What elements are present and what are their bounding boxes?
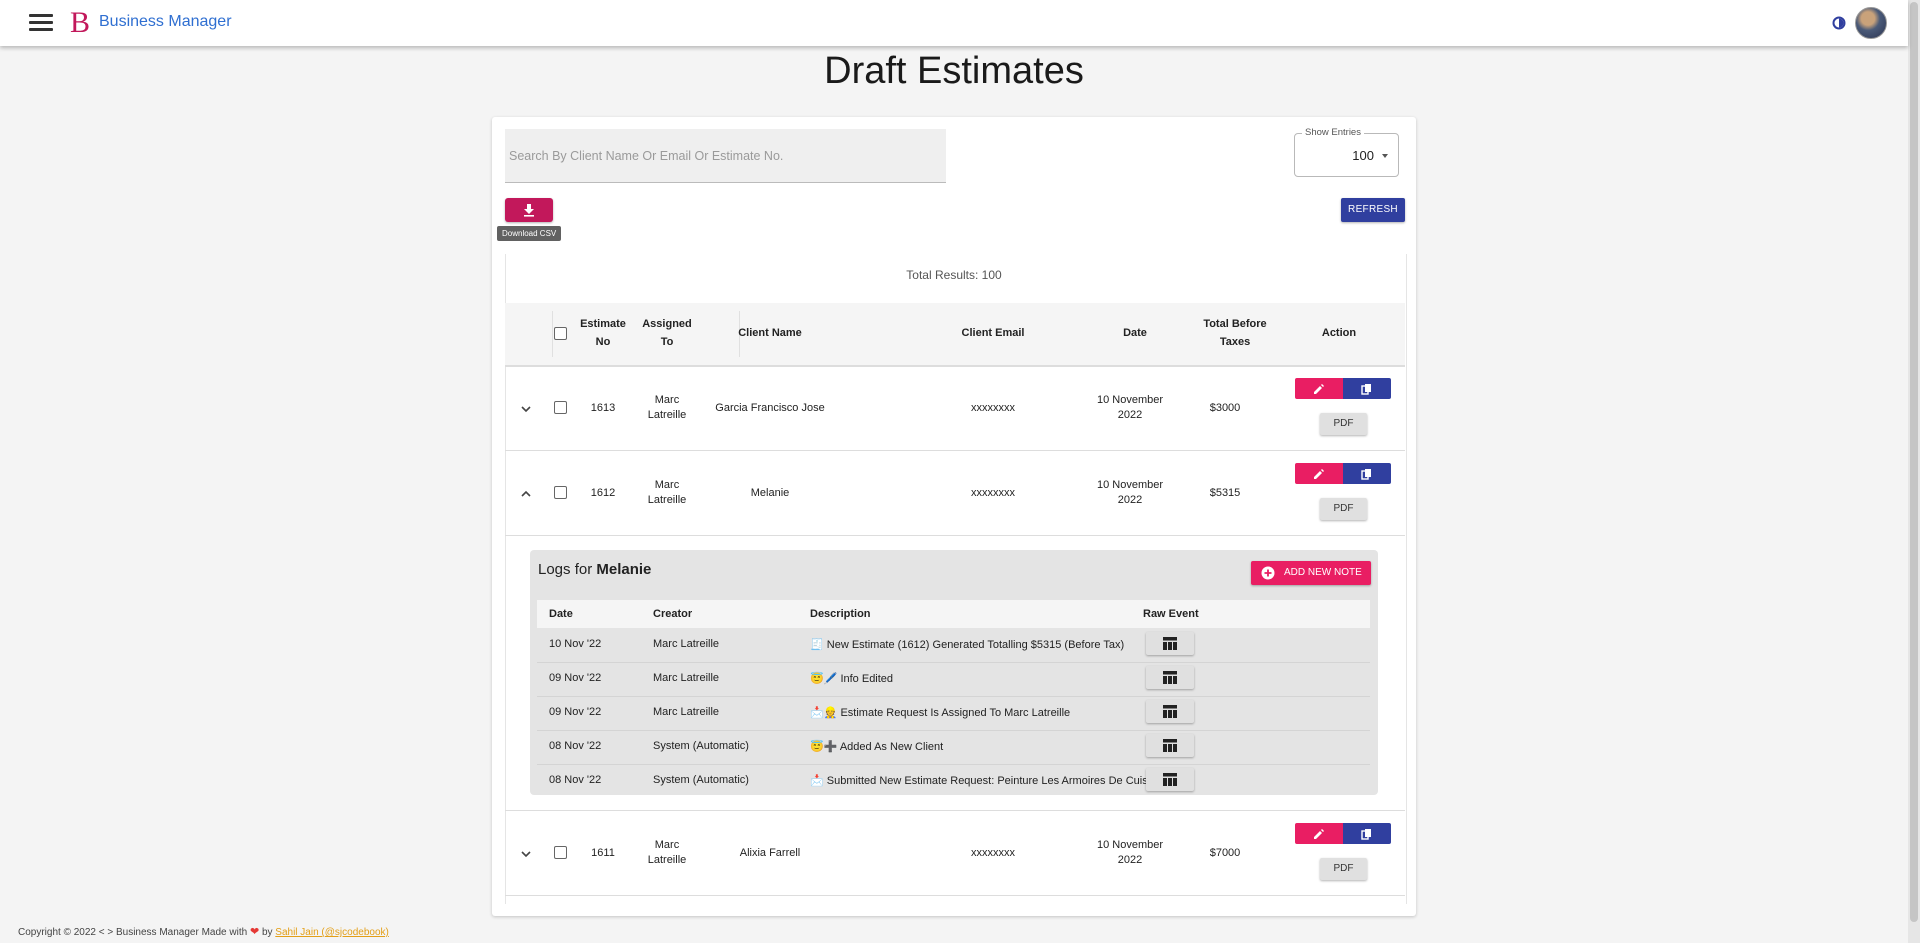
row-checkbox[interactable]	[554, 486, 567, 499]
pdf-button[interactable]: PDF	[1320, 498, 1367, 520]
table-row: 1613 Marc Latreille Garcia Francisco Jose…	[505, 366, 1405, 451]
copy-button[interactable]	[1343, 463, 1391, 484]
header-estimate-no[interactable]: Estimate No	[577, 315, 629, 351]
estimate-total: $3000	[1209, 402, 1241, 414]
copy-button[interactable]	[1343, 823, 1391, 844]
table-header: Estimate No Assigned To Client Name Client…	[505, 303, 1405, 367]
footer-by: by	[261, 927, 273, 938]
assigned-to: Marc Latreille	[647, 839, 687, 866]
edit-icon	[1314, 469, 1324, 479]
page-title: Draft Estimates	[824, 50, 1084, 92]
chevron-down-icon[interactable]	[519, 402, 533, 416]
assigned-to: Marc Latreille	[647, 479, 687, 506]
search-field[interactable]	[505, 129, 946, 183]
header-assigned-to[interactable]: Assigned To	[639, 315, 695, 351]
scrollbar-thumb[interactable]	[1910, 2, 1918, 922]
download-tooltip: Download CSV	[497, 226, 562, 241]
chevron-down-icon	[1382, 154, 1388, 158]
client-name: Melanie	[750, 487, 790, 499]
show-entries-value: 100	[1352, 148, 1374, 163]
search-input[interactable]	[505, 129, 929, 182]
table-row: 1612 Marc Latreille Melanie xxxxxxxx 10 N…	[505, 451, 1405, 536]
copy-icon	[1361, 829, 1371, 840]
total-results: Total Results: 100	[906, 268, 1002, 282]
brand-name[interactable]: Business Manager	[99, 13, 232, 31]
copy-icon	[1361, 384, 1371, 395]
estimate-total: $5315	[1209, 487, 1241, 499]
footer: Copyright © 2022 < > Business Manager Ma…	[18, 925, 389, 938]
header-client-name[interactable]: Client Name	[705, 324, 835, 342]
edit-icon	[1314, 384, 1324, 394]
header-action: Action	[1321, 327, 1357, 339]
edit-button[interactable]	[1295, 823, 1343, 844]
app-bar: B Business Manager	[0, 0, 1908, 46]
page-scrollbar[interactable]	[1908, 0, 1920, 943]
estimate-date: 10 November 2022	[1096, 839, 1164, 866]
heart-icon: ❤	[249, 926, 260, 938]
download-csv-button[interactable]	[505, 198, 553, 222]
brand-logo[interactable]: B	[70, 8, 90, 38]
client-email: xxxxxxxx	[971, 847, 1015, 859]
refresh-button[interactable]: REFRESH	[1341, 198, 1405, 222]
footer-text: Copyright © 2022 < > Business Manager Ma…	[18, 927, 248, 938]
select-all-checkbox[interactable]	[554, 327, 567, 340]
menu-icon[interactable]	[29, 14, 53, 32]
estimate-no: 1611	[591, 847, 615, 859]
author-link[interactable]: Sahil Jain (@sjcodebook)	[275, 927, 389, 938]
pdf-button[interactable]: PDF	[1320, 413, 1367, 435]
chevron-up-icon[interactable]	[519, 487, 533, 501]
copy-icon	[1361, 469, 1371, 480]
estimate-no: 1612	[590, 487, 616, 499]
copy-button[interactable]	[1343, 378, 1391, 399]
avatar[interactable]	[1855, 7, 1887, 39]
estimate-no: 1613	[590, 402, 616, 414]
show-entries-label: Show Entries	[1302, 127, 1364, 138]
edit-button[interactable]	[1295, 463, 1343, 484]
pdf-button[interactable]: PDF	[1320, 858, 1367, 880]
header-client-email[interactable]: Client Email	[928, 324, 1058, 342]
download-icon	[524, 204, 534, 217]
theme-toggle-icon[interactable]	[1832, 16, 1846, 30]
chevron-down-icon[interactable]	[519, 847, 533, 861]
header-total[interactable]: Total Before Taxes	[1195, 315, 1275, 351]
show-entries-select[interactable]: Show Entries 100	[1294, 127, 1399, 177]
edit-button[interactable]	[1295, 378, 1343, 399]
client-email: xxxxxxxx	[971, 402, 1015, 414]
estimate-date: 10 November 2022	[1096, 394, 1164, 421]
estimate-date: 10 November 2022	[1096, 479, 1164, 506]
client-email: xxxxxxxx	[971, 487, 1015, 499]
row-checkbox[interactable]	[554, 846, 567, 859]
edit-icon	[1314, 829, 1324, 839]
header-date[interactable]: Date	[1090, 324, 1180, 342]
logs-row-container	[505, 536, 1405, 811]
client-name: Alixia Farrell	[739, 847, 801, 859]
estimate-total: $7000	[1209, 847, 1241, 859]
row-checkbox[interactable]	[554, 401, 567, 414]
table-row: 1611 Marc Latreille Alixia Farrell xxxxxx…	[505, 811, 1405, 896]
client-name: Garcia Francisco Jose	[715, 402, 825, 414]
assigned-to: Marc Latreille	[647, 394, 687, 421]
